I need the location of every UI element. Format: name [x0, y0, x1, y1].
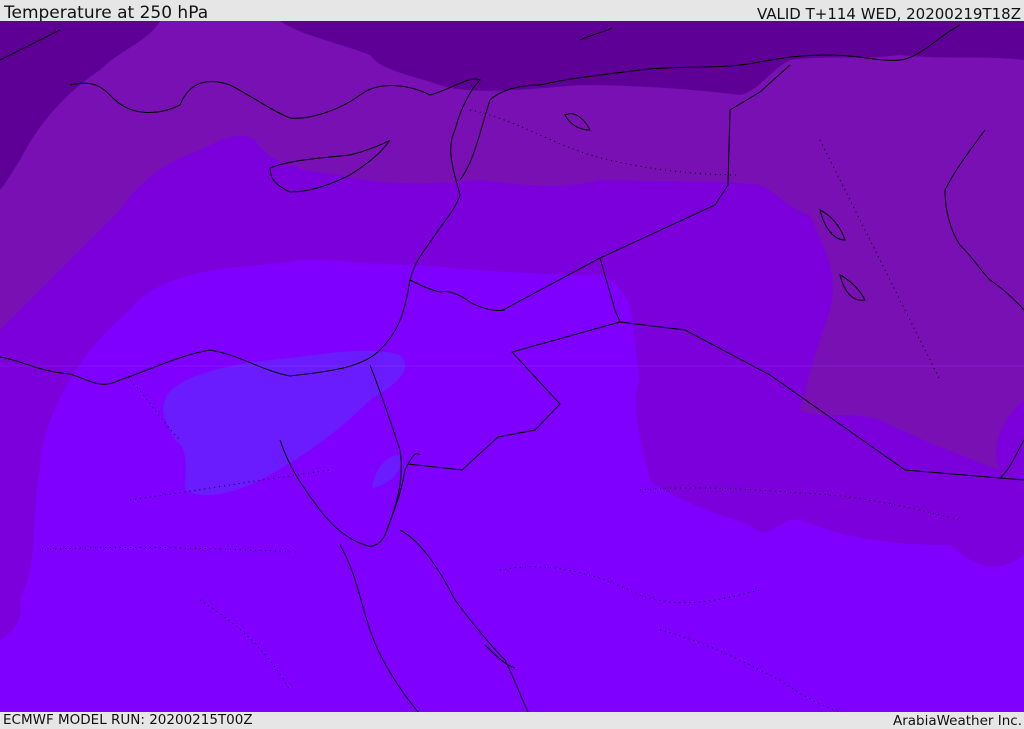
header-bar: Temperature at 250 hPa VALID T+114 WED, …: [0, 0, 1024, 23]
temperature-map: [0, 21, 1024, 712]
map-title: Temperature at 250 hPa: [4, 3, 209, 23]
model-run: ECMWF MODEL RUN: 20200215T00Z: [3, 712, 253, 728]
credit: ArabiaWeather Inc.: [892, 713, 1022, 729]
footer-bar: ECMWF MODEL RUN: 20200215T00Z ArabiaWeat…: [0, 712, 1024, 729]
